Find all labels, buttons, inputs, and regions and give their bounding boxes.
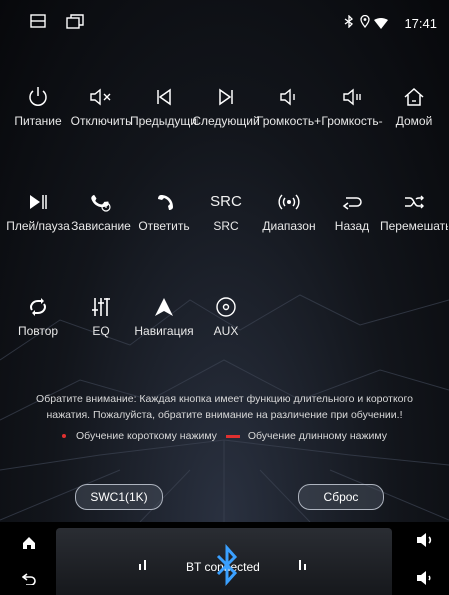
power-icon	[6, 85, 70, 109]
notice-line-2: нажатия. Пожалуйста, обратите внимание н…	[46, 409, 403, 421]
answer-button[interactable]: Ответить	[132, 190, 196, 254]
aux-label: AUX	[213, 324, 239, 338]
volume-down-dock-icon[interactable]	[416, 570, 434, 591]
location-icon	[360, 14, 370, 33]
answer-icon	[132, 190, 196, 214]
notice-line-1: Обратите внимание: Каждая кнопка имеет ф…	[36, 393, 413, 405]
long-press-legend: Обучение длинному нажиму	[247, 430, 387, 442]
reset-button[interactable]: Сброс	[298, 484, 384, 510]
next-icon	[194, 85, 258, 109]
hangup-label: Зависание	[71, 219, 131, 233]
power-label: Питание	[14, 114, 62, 128]
swc-selector-button[interactable]: SWC1(1K)	[75, 484, 163, 510]
back-button[interactable]: Назад	[320, 190, 384, 254]
volume-up-button[interactable]: Громкость+	[257, 85, 321, 149]
volume-down-label: Громкость-	[321, 114, 383, 128]
mute-icon	[69, 85, 133, 109]
volume-up-dock-icon[interactable]	[416, 532, 434, 553]
volume-down-icon	[320, 85, 384, 109]
power-button[interactable]: Питание	[6, 85, 70, 149]
eq-button[interactable]: EQ	[69, 295, 133, 359]
aux-icon	[194, 295, 258, 319]
volume-up-icon	[257, 85, 321, 109]
back-nav-icon[interactable]	[21, 572, 36, 590]
next-button[interactable]: Следующий	[192, 85, 260, 149]
home-label: Домой	[395, 114, 433, 128]
navigation-button[interactable]: Навигация	[132, 295, 196, 359]
band-icon	[257, 190, 321, 214]
band-label: Диапазон	[262, 219, 316, 233]
learning-legend: Обучение короткому нажиму Обучение длинн…	[0, 430, 449, 442]
home-nav-icon[interactable]	[22, 536, 36, 555]
mute-label: Отключить	[70, 114, 132, 128]
short-press-legend: Обучение короткому нажиму	[76, 430, 217, 442]
eq-icon	[69, 295, 133, 319]
src-label: SRC	[213, 219, 239, 233]
repeat-icon	[6, 295, 70, 319]
repeat-label: Повтор	[17, 324, 59, 338]
aux-button[interactable]: AUX	[194, 295, 258, 359]
shuffle-button[interactable]: Перемешать	[380, 190, 448, 254]
home-button[interactable]: Домой	[382, 85, 446, 149]
status-bar: 17:41	[0, 0, 449, 44]
short-press-marker	[62, 434, 67, 439]
src-button[interactable]: SRC SRC	[194, 190, 258, 254]
repeat-button[interactable]: Повтор	[6, 295, 70, 359]
long-press-marker	[225, 434, 240, 438]
back-label: Назад	[334, 219, 370, 233]
hangup-icon	[69, 190, 133, 214]
src-icon: SRC	[210, 193, 242, 210]
eq-label: EQ	[92, 324, 110, 338]
dock-previous-icon[interactable]	[138, 558, 152, 577]
dock-next-icon[interactable]	[298, 558, 312, 577]
bluetooth-icon	[344, 14, 354, 33]
next-label: Следующий	[192, 114, 260, 128]
hangup-button[interactable]: Зависание	[69, 190, 133, 254]
background	[0, 0, 449, 522]
play-pause-button[interactable]: Плей/пауза	[6, 190, 70, 254]
home-icon	[382, 85, 446, 109]
answer-label: Ответить	[138, 219, 190, 233]
bluetooth-logo-icon	[216, 544, 238, 591]
mute-button[interactable]: Отключить	[69, 85, 133, 149]
windows-icon[interactable]	[66, 14, 84, 34]
play-pause-icon	[6, 190, 70, 214]
navigation-label: Навигация	[134, 324, 194, 338]
wifi-icon	[374, 16, 388, 34]
play-pause-label: Плей/пауза	[6, 219, 70, 233]
shuffle-icon	[382, 190, 446, 214]
back-icon	[320, 190, 384, 214]
bottom-dock: BT connected	[0, 522, 449, 595]
shuffle-label: Перемешать	[380, 219, 448, 233]
previous-label: Предыдущий	[130, 114, 198, 128]
band-button[interactable]: Диапазон	[257, 190, 321, 254]
clock: 17:41	[404, 16, 437, 31]
previous-button[interactable]: Предыдущий	[130, 85, 198, 149]
bt-panel: BT connected	[56, 528, 392, 595]
previous-icon	[132, 85, 196, 109]
navigation-icon	[132, 295, 196, 319]
learning-notice: Обратите внимание: Каждая кнопка имеет ф…	[0, 391, 449, 423]
menu-icon[interactable]	[30, 14, 46, 33]
volume-up-label: Громкость+	[256, 114, 322, 128]
volume-down-button[interactable]: Громкость-	[320, 85, 384, 149]
